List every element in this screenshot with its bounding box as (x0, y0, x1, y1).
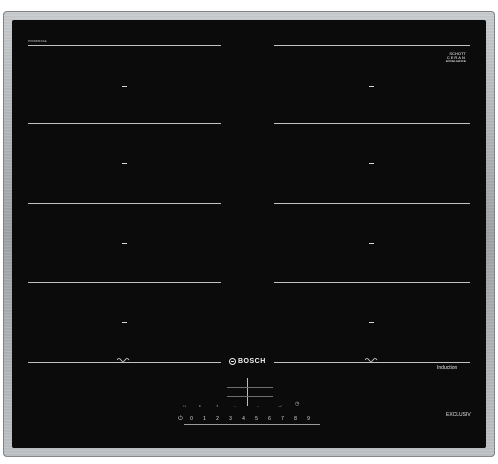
ceramic-glass-surface: PXX645FC1E SCHOTT CERAN EXCELLENCE Induc… (12, 20, 486, 448)
model-label: PXX645FC1E (28, 39, 47, 43)
power-level-7[interactable]: 7 (279, 417, 286, 422)
power-level-1[interactable]: 1 (201, 417, 208, 422)
schott-ceran-logo: SCHOTT CERAN EXCELLENCE (446, 51, 466, 63)
brand-name: BOSCH (238, 358, 266, 365)
power-slider-track[interactable] (184, 424, 320, 425)
zone-left-2-mark (122, 163, 127, 164)
zone-right-2-line (274, 123, 470, 124)
zone-right-2-mark (369, 163, 374, 164)
zone-left-1-mark (122, 86, 127, 87)
zone-right-4-mark (369, 322, 374, 323)
zone-left-2-line (28, 123, 221, 124)
power-level-9[interactable]: 9 (305, 417, 312, 422)
induction-label: Induction (437, 365, 458, 371)
power-level-8[interactable]: 8 (292, 417, 299, 422)
function-button[interactable]: —⁄ (278, 405, 282, 408)
control-divider-mid (227, 396, 273, 397)
zone-left-1-line (28, 45, 221, 46)
boost-button[interactable]: ⇑ (216, 405, 219, 408)
power-button[interactable]: ⏻ (178, 416, 183, 422)
timer-button[interactable]: ◷ (295, 402, 299, 407)
bosch-logo-icon (229, 358, 236, 365)
zone-left-4-line (28, 282, 221, 283)
power-level-0[interactable]: 0 (188, 417, 195, 422)
flex-zone-right-wave-icon (365, 358, 378, 362)
flex-zone-left-wave-icon (117, 358, 130, 362)
zone-right-4-line (274, 282, 470, 283)
zone-right-1-mark (369, 86, 374, 87)
control-divider-top (227, 387, 273, 388)
power-level-5[interactable]: 5 (253, 417, 260, 422)
power-level-6[interactable]: 6 (266, 417, 273, 422)
left-zone-minus-button[interactable]: – (234, 405, 236, 408)
zone-right-3-mark (369, 243, 374, 244)
zone-left-3-line (28, 203, 221, 204)
zone-left-3-mark (122, 243, 127, 244)
child-lock-button[interactable]: ⊶ (183, 405, 186, 408)
power-level-4[interactable]: 4 (240, 417, 247, 422)
power-level-2[interactable]: 2 (214, 417, 221, 422)
wipe-protection-button[interactable]: ≡ (199, 405, 201, 408)
right-zone-minus-button[interactable]: – (257, 405, 259, 408)
zone-right-1-line (274, 45, 470, 46)
control-divider-vertical (247, 378, 248, 406)
brand-logo: BOSCH (229, 358, 266, 365)
power-level-3[interactable]: 3 (227, 417, 234, 422)
zone-left-4-mark (122, 322, 127, 323)
series-label: EXCLUSIV (446, 412, 471, 418)
zone-right-3-line (274, 203, 470, 204)
